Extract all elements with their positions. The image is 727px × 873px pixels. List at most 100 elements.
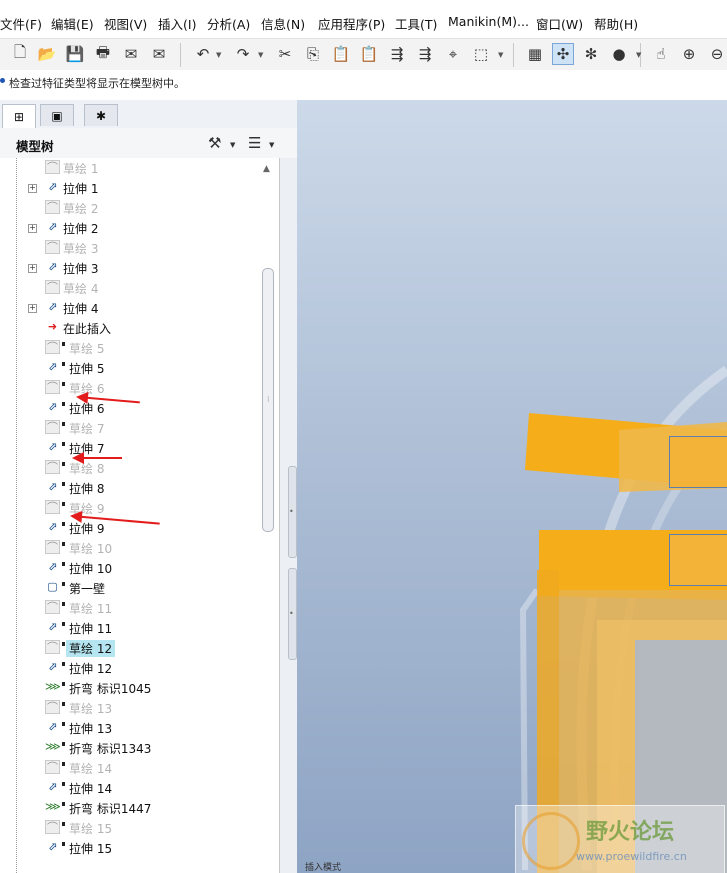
menu-item[interactable]: 应用程序(P) — [318, 14, 385, 33]
tree-item[interactable]: ⬀ 拉伸 15 — [0, 838, 260, 858]
regenerate-manager-icon[interactable]: ⇶ — [414, 43, 436, 65]
insert-marker-icon — [62, 482, 65, 486]
tab-folder-browser[interactable]: ▣ — [40, 104, 74, 126]
chevron-down-icon[interactable]: ▼ — [636, 51, 641, 59]
tree-item[interactable]: ⬀ 拉伸 13 — [0, 718, 260, 738]
tree-item-label: 拉伸 12 — [69, 662, 113, 676]
orient-icon[interactable]: ✻ — [580, 43, 602, 65]
menu-item[interactable]: 分析(A) — [207, 14, 250, 33]
insert-marker-icon — [62, 702, 65, 706]
tree-scrollbar[interactable]: ▲ ⁝ — [259, 158, 277, 873]
tree-item[interactable]: ⋙ 折弯 标识1343 — [0, 738, 260, 758]
insert-here-icon: ➜ — [47, 320, 58, 333]
tab-favorites[interactable]: ✱ — [84, 104, 118, 126]
menu-item[interactable]: 窗口(W) — [536, 14, 583, 33]
undo-icon[interactable]: ↶ — [192, 43, 214, 65]
tree-item-label: 草绘 12 — [66, 640, 116, 657]
tree-item[interactable]: ⌒ 草绘 3 — [0, 238, 260, 258]
expand-icon[interactable]: + — [28, 264, 37, 273]
copy-icon[interactable]: ⎘ — [302, 43, 324, 65]
expand-icon[interactable]: + — [28, 184, 37, 193]
tree-item[interactable]: ⌒ 草绘 13 — [0, 698, 260, 718]
tab-model-tree[interactable]: ⊞ — [2, 104, 36, 129]
tree-item[interactable]: ⋙ 折弯 标识1447 — [0, 798, 260, 818]
chevron-down-icon[interactable]: ▼ — [216, 51, 221, 59]
sketch-icon: ⌒ — [45, 700, 60, 714]
tree-item[interactable]: ⬀ 拉伸 14 — [0, 778, 260, 798]
tree-item[interactable]: ⬀ 拉伸 5 — [0, 358, 260, 378]
expand-icon[interactable]: + — [28, 224, 37, 233]
sketch-icon: ⌒ — [45, 640, 60, 654]
shading-icon[interactable]: ● — [608, 43, 630, 65]
chevron-down-icon[interactable]: ▼ — [269, 141, 274, 149]
tree-item[interactable]: + ⬀ 拉伸 4 — [0, 298, 260, 318]
menu-item[interactable]: 信息(N) — [261, 14, 305, 33]
save-icon[interactable]: 💾 — [64, 43, 86, 65]
chevron-down-icon[interactable]: ▼ — [498, 51, 503, 59]
menu-item[interactable]: 文件(F) — [0, 14, 42, 33]
scroll-up-icon[interactable]: ▲ — [263, 164, 270, 174]
tree-columns-icon[interactable]: ☰ — [248, 134, 261, 152]
tree-settings-icon[interactable]: ⚒ — [208, 134, 221, 152]
menu-item[interactable]: 工具(T) — [395, 14, 437, 33]
tree-item[interactable]: ⌒ 草绘 9 — [0, 498, 260, 518]
splitter-handle-bottom[interactable]: • — [288, 568, 297, 660]
pan-icon[interactable]: ☝ — [650, 43, 672, 65]
splitter-handle-top[interactable]: • — [288, 466, 297, 558]
chevron-down-icon[interactable]: ▼ — [258, 51, 263, 59]
tree-item[interactable]: ⌒ 草绘 10 — [0, 538, 260, 558]
tree-item[interactable]: ⌒ 草绘 14 — [0, 758, 260, 778]
tree-item[interactable]: ⌒ 草绘 15 — [0, 818, 260, 838]
menu-item[interactable]: Manikin(M)... — [448, 14, 529, 29]
tree-item[interactable]: ⬀ 拉伸 7 — [0, 438, 260, 458]
tree-item[interactable]: ⬀ 拉伸 11 — [0, 618, 260, 638]
repaint-icon[interactable]: ▦ — [524, 43, 546, 65]
tree-item[interactable]: ⬀ 拉伸 8 — [0, 478, 260, 498]
tree-item-label: 草绘 7 — [69, 422, 105, 436]
paste-special-icon[interactable]: 📋 — [358, 43, 380, 65]
tree-item[interactable]: ⌒ 草绘 7 — [0, 418, 260, 438]
open-folder-icon[interactable]: 📂 — [36, 43, 58, 65]
watermark-url: www.proewildfire.cn — [576, 850, 687, 863]
tree-item[interactable]: ⬀ 拉伸 10 — [0, 558, 260, 578]
insert-marker-icon — [62, 762, 65, 766]
zoom-in-icon[interactable]: ⊕ — [678, 43, 700, 65]
panel-splitter[interactable]: • • — [280, 158, 297, 873]
menu-item[interactable]: 帮助(H) — [594, 14, 638, 33]
tree-item[interactable]: ⌒ 草绘 11 — [0, 598, 260, 618]
tree-item[interactable]: ⌒ 草绘 4 — [0, 278, 260, 298]
cut-icon[interactable]: ✂ — [274, 43, 296, 65]
paste-icon[interactable]: 📋 — [330, 43, 352, 65]
tree-item[interactable]: ⋙ 折弯 标识1045 — [0, 678, 260, 698]
menu-item[interactable]: 视图(V) — [104, 14, 147, 33]
tree-item[interactable]: ⌒ 草绘 12 — [0, 638, 260, 658]
print-icon[interactable]: 🖶 — [92, 43, 114, 65]
select-box-icon[interactable]: ⬚ — [470, 43, 492, 65]
tree-item[interactable]: ⌒ 草绘 2 — [0, 198, 260, 218]
new-file-icon[interactable]: 🗋 — [9, 43, 31, 65]
chevron-down-icon[interactable]: ▼ — [230, 141, 235, 149]
menu-item[interactable]: 插入(I) — [158, 14, 196, 33]
tree-item[interactable]: + ⬀ 拉伸 3 — [0, 258, 260, 278]
tree-item[interactable]: ⌒ 草绘 5 — [0, 338, 260, 358]
find-icon[interactable]: ⌖ — [442, 43, 464, 65]
tree-item-label: 拉伸 14 — [69, 782, 113, 796]
mail-icon[interactable]: ✉ — [148, 43, 170, 65]
tree-item[interactable]: + ⬀ 拉伸 2 — [0, 218, 260, 238]
tree-item[interactable]: ⌒ 草绘 1 — [0, 158, 260, 178]
tree-item[interactable]: ➜ 在此插入 — [0, 318, 260, 338]
tree-item[interactable]: + ⬀ 拉伸 1 — [0, 178, 260, 198]
spin-center-icon[interactable]: ✣ — [552, 43, 574, 65]
regenerate-icon[interactable]: ⇶ — [386, 43, 408, 65]
send-mail-icon[interactable]: ✉ — [120, 43, 142, 65]
menu-item[interactable]: 编辑(E) — [51, 14, 94, 33]
tree-item[interactable]: ⌒ 草绘 6 — [0, 378, 260, 398]
zoom-out-icon[interactable]: ⊖ — [706, 43, 727, 65]
scroll-thumb[interactable]: ⁝ — [262, 268, 274, 532]
tree-item[interactable]: ▢ 第一壁 — [0, 578, 260, 598]
tree-item[interactable]: ⌒ 草绘 8 — [0, 458, 260, 478]
redo-icon[interactable]: ↷ — [232, 43, 254, 65]
graphics-viewport[interactable]: 野火论坛 www.proewildfire.cn 插入模式 — [297, 100, 727, 873]
tree-item[interactable]: ⬀ 拉伸 12 — [0, 658, 260, 678]
expand-icon[interactable]: + — [28, 304, 37, 313]
